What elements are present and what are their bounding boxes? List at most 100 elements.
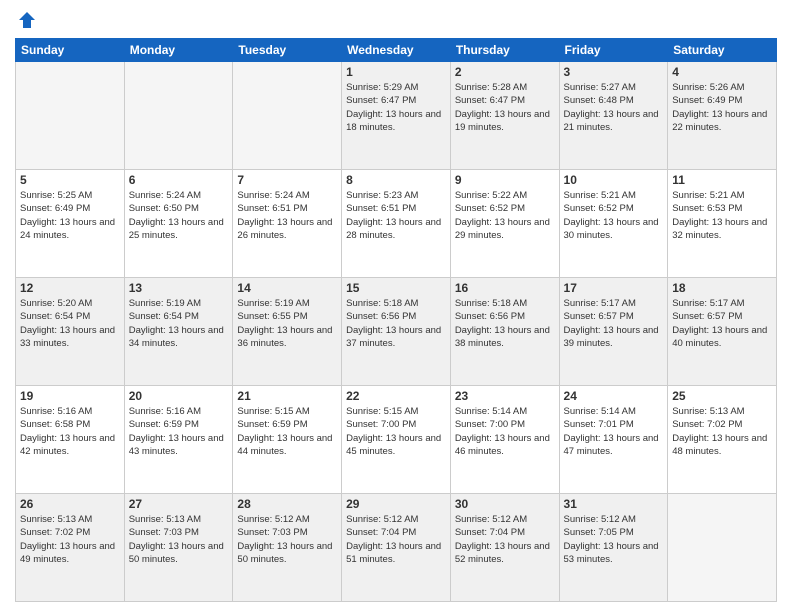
day-info: Sunrise: 5:18 AMSunset: 6:56 PMDaylight:…	[455, 297, 555, 350]
calendar-cell: 9Sunrise: 5:22 AMSunset: 6:52 PMDaylight…	[450, 170, 559, 278]
calendar-cell: 29 Sunrise: 5:12 AMSunset: 7:04 PMDayligh…	[342, 494, 451, 602]
calendar-week-row: 26 Sunrise: 5:13 AMSunset: 7:02 PMDayligh…	[16, 494, 777, 602]
calendar-cell: 23 Sunrise: 5:14 AMSunset: 7:00 PMDayligh…	[450, 386, 559, 494]
calendar-cell: 22 Sunrise: 5:15 AMSunset: 7:00 PMDayligh…	[342, 386, 451, 494]
day-number: 26	[20, 497, 120, 511]
day-number: 20	[129, 389, 229, 403]
day-number: 27	[129, 497, 229, 511]
day-number: 28	[237, 497, 337, 511]
weekday-header: Monday	[124, 39, 233, 62]
day-info: Sunrise: 5:14 AMSunset: 7:00 PMDaylight:…	[455, 405, 555, 458]
calendar-cell: 4Sunrise: 5:26 AMSunset: 6:49 PMDaylight…	[668, 62, 777, 170]
calendar-cell: 26 Sunrise: 5:13 AMSunset: 7:02 PMDayligh…	[16, 494, 125, 602]
day-info: Sunrise: 5:12 AMSunset: 7:05 PMDaylight:…	[564, 513, 664, 566]
calendar-cell: 24 Sunrise: 5:14 AMSunset: 7:01 PMDayligh…	[559, 386, 668, 494]
calendar-cell: 19 Sunrise: 5:16 AMSunset: 6:58 PMDayligh…	[16, 386, 125, 494]
calendar-cell: 16 Sunrise: 5:18 AMSunset: 6:56 PMDayligh…	[450, 278, 559, 386]
day-info: Sunrise: 5:23 AMSunset: 6:51 PMDaylight:…	[346, 189, 446, 242]
calendar-cell	[233, 62, 342, 170]
day-number: 24	[564, 389, 664, 403]
day-number: 12	[20, 281, 120, 295]
logo	[15, 10, 39, 30]
calendar-cell: 10 Sunrise: 5:21 AMSunset: 6:52 PMDayligh…	[559, 170, 668, 278]
day-info: Sunrise: 5:12 AMSunset: 7:04 PMDaylight:…	[346, 513, 446, 566]
weekday-header-row: SundayMondayTuesdayWednesdayThursdayFrid…	[16, 39, 777, 62]
day-info: Sunrise: 5:12 AMSunset: 7:03 PMDaylight:…	[237, 513, 337, 566]
day-info: Sunrise: 5:20 AMSunset: 6:54 PMDaylight:…	[20, 297, 120, 350]
day-info: Sunrise: 5:16 AMSunset: 6:58 PMDaylight:…	[20, 405, 120, 458]
day-info: Sunrise: 5:19 AMSunset: 6:55 PMDaylight:…	[237, 297, 337, 350]
calendar-cell: 30 Sunrise: 5:12 AMSunset: 7:04 PMDayligh…	[450, 494, 559, 602]
day-number: 13	[129, 281, 229, 295]
calendar-cell: 15Sunrise: 5:18 AMSunset: 6:56 PMDayligh…	[342, 278, 451, 386]
day-info: Sunrise: 5:28 AMSunset: 6:47 PMDaylight:…	[455, 81, 555, 134]
calendar-cell: 27 Sunrise: 5:13 AMSunset: 7:03 PMDayligh…	[124, 494, 233, 602]
weekday-header: Thursday	[450, 39, 559, 62]
day-number: 1	[346, 65, 446, 79]
day-info: Sunrise: 5:13 AMSunset: 7:02 PMDaylight:…	[20, 513, 120, 566]
weekday-header: Sunday	[16, 39, 125, 62]
header	[15, 10, 777, 30]
day-info: Sunrise: 5:19 AMSunset: 6:54 PMDaylight:…	[129, 297, 229, 350]
logo-icon	[17, 10, 37, 30]
page-container: SundayMondayTuesdayWednesdayThursdayFrid…	[0, 0, 792, 612]
calendar-cell: 11Sunrise: 5:21 AMSunset: 6:53 PMDayligh…	[668, 170, 777, 278]
day-number: 23	[455, 389, 555, 403]
calendar-cell	[668, 494, 777, 602]
day-info: Sunrise: 5:13 AMSunset: 7:03 PMDaylight:…	[129, 513, 229, 566]
calendar-cell: 21 Sunrise: 5:15 AMSunset: 6:59 PMDayligh…	[233, 386, 342, 494]
day-info: Sunrise: 5:16 AMSunset: 6:59 PMDaylight:…	[129, 405, 229, 458]
day-info: Sunrise: 5:21 AMSunset: 6:53 PMDaylight:…	[672, 189, 772, 242]
calendar-cell: 6 Sunrise: 5:24 AMSunset: 6:50 PMDaylight…	[124, 170, 233, 278]
calendar-week-row: 19 Sunrise: 5:16 AMSunset: 6:58 PMDayligh…	[16, 386, 777, 494]
day-info: Sunrise: 5:27 AMSunset: 6:48 PMDaylight:…	[564, 81, 664, 134]
calendar-cell: 12 Sunrise: 5:20 AMSunset: 6:54 PMDayligh…	[16, 278, 125, 386]
calendar-cell: 1 Sunrise: 5:29 AMSunset: 6:47 PMDaylight…	[342, 62, 451, 170]
day-number: 25	[672, 389, 772, 403]
day-number: 4	[672, 65, 772, 79]
day-number: 21	[237, 389, 337, 403]
calendar-cell: 14Sunrise: 5:19 AMSunset: 6:55 PMDayligh…	[233, 278, 342, 386]
calendar-cell: 20 Sunrise: 5:16 AMSunset: 6:59 PMDayligh…	[124, 386, 233, 494]
day-info: Sunrise: 5:24 AMSunset: 6:50 PMDaylight:…	[129, 189, 229, 242]
day-info: Sunrise: 5:12 AMSunset: 7:04 PMDaylight:…	[455, 513, 555, 566]
day-number: 31	[564, 497, 664, 511]
calendar-cell: 28 Sunrise: 5:12 AMSunset: 7:03 PMDayligh…	[233, 494, 342, 602]
day-number: 22	[346, 389, 446, 403]
weekday-header: Saturday	[668, 39, 777, 62]
day-info: Sunrise: 5:17 AMSunset: 6:57 PMDaylight:…	[672, 297, 772, 350]
weekday-header: Friday	[559, 39, 668, 62]
day-info: Sunrise: 5:29 AMSunset: 6:47 PMDaylight:…	[346, 81, 446, 134]
day-info: Sunrise: 5:15 AMSunset: 6:59 PMDaylight:…	[237, 405, 337, 458]
calendar-cell: 8 Sunrise: 5:23 AMSunset: 6:51 PMDaylight…	[342, 170, 451, 278]
calendar-cell: 2 Sunrise: 5:28 AMSunset: 6:47 PMDaylight…	[450, 62, 559, 170]
day-number: 8	[346, 173, 446, 187]
calendar-cell: 17Sunrise: 5:17 AMSunset: 6:57 PMDayligh…	[559, 278, 668, 386]
day-number: 16	[455, 281, 555, 295]
day-number: 2	[455, 65, 555, 79]
day-info: Sunrise: 5:15 AMSunset: 7:00 PMDaylight:…	[346, 405, 446, 458]
day-number: 18	[672, 281, 772, 295]
day-number: 10	[564, 173, 664, 187]
calendar-table: SundayMondayTuesdayWednesdayThursdayFrid…	[15, 38, 777, 602]
day-number: 3	[564, 65, 664, 79]
weekday-header: Wednesday	[342, 39, 451, 62]
day-info: Sunrise: 5:14 AMSunset: 7:01 PMDaylight:…	[564, 405, 664, 458]
day-number: 30	[455, 497, 555, 511]
calendar-cell: 7Sunrise: 5:24 AMSunset: 6:51 PMDaylight…	[233, 170, 342, 278]
day-number: 19	[20, 389, 120, 403]
day-info: Sunrise: 5:17 AMSunset: 6:57 PMDaylight:…	[564, 297, 664, 350]
day-number: 29	[346, 497, 446, 511]
day-number: 6	[129, 173, 229, 187]
calendar-cell	[124, 62, 233, 170]
calendar-cell	[16, 62, 125, 170]
day-info: Sunrise: 5:18 AMSunset: 6:56 PMDaylight:…	[346, 297, 446, 350]
day-info: Sunrise: 5:13 AMSunset: 7:02 PMDaylight:…	[672, 405, 772, 458]
weekday-header: Tuesday	[233, 39, 342, 62]
day-number: 9	[455, 173, 555, 187]
day-info: Sunrise: 5:24 AMSunset: 6:51 PMDaylight:…	[237, 189, 337, 242]
day-info: Sunrise: 5:21 AMSunset: 6:52 PMDaylight:…	[564, 189, 664, 242]
calendar-week-row: 12 Sunrise: 5:20 AMSunset: 6:54 PMDayligh…	[16, 278, 777, 386]
calendar-week-row: 5Sunrise: 5:25 AMSunset: 6:49 PMDaylight…	[16, 170, 777, 278]
day-number: 5	[20, 173, 120, 187]
